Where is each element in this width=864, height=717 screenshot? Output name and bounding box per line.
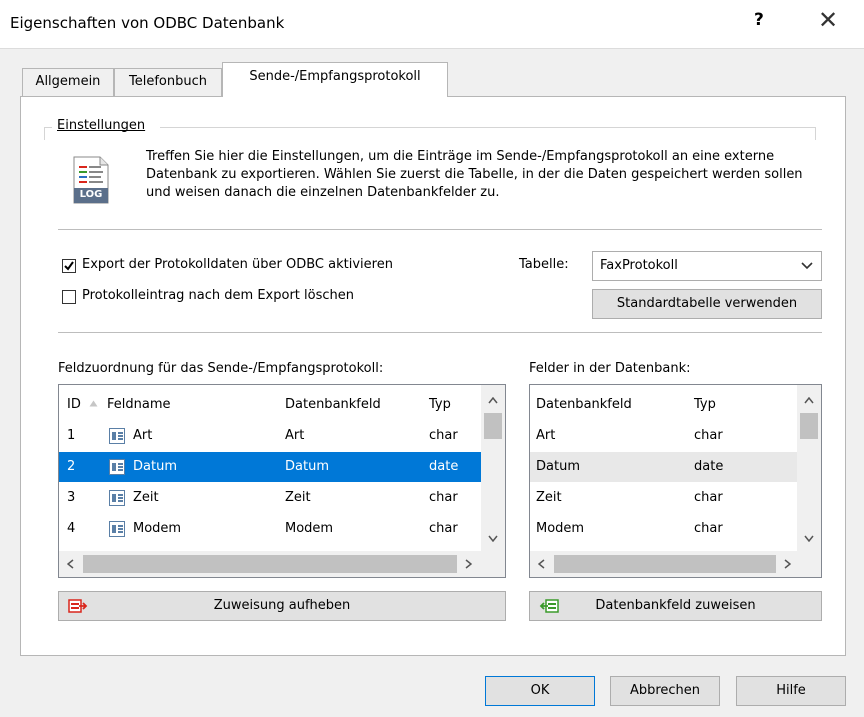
help-icon[interactable]: ? bbox=[754, 10, 764, 30]
log-file-icon: LOG bbox=[70, 156, 112, 204]
row-id: 4 bbox=[67, 521, 76, 536]
tab-sende-empfangsprotokoll[interactable]: Sende-/Empfangsprotokoll bbox=[222, 62, 448, 97]
table-select[interactable]: FaxProtokoll bbox=[592, 251, 822, 281]
table-row[interactable]: 3 Zeit Zeit char bbox=[59, 483, 481, 513]
row-id: 1 bbox=[67, 428, 76, 443]
row-feldname: Modem bbox=[133, 521, 182, 536]
cancel-button[interactable]: Abbrechen bbox=[610, 676, 720, 706]
help-button[interactable]: Hilfe bbox=[736, 676, 846, 706]
scroll-up-icon[interactable] bbox=[804, 397, 814, 404]
vertical-scroll-thumb[interactable] bbox=[484, 413, 502, 439]
row-typ: date bbox=[429, 459, 459, 474]
row-feldname: Datum bbox=[133, 459, 177, 474]
horizontal-scroll-thumb[interactable] bbox=[554, 555, 776, 573]
scroll-up-icon[interactable] bbox=[488, 397, 498, 404]
sort-ascending-icon bbox=[89, 400, 98, 407]
row-id: 3 bbox=[67, 490, 76, 505]
close-icon[interactable]: ✕ bbox=[818, 6, 838, 34]
settings-description: Treffen Sie hier die Einstellungen, um d… bbox=[146, 149, 803, 200]
assign-db-field-button-label: Datenbankfeld zuweisen bbox=[595, 598, 756, 613]
default-table-button[interactable]: Standardtabelle verwenden bbox=[592, 289, 822, 319]
vertical-scroll-thumb[interactable] bbox=[800, 413, 818, 439]
table-label: Tabelle: bbox=[519, 257, 569, 272]
table-row[interactable]: 1 Art Art char bbox=[59, 421, 481, 451]
scroll-left-icon[interactable] bbox=[67, 559, 74, 569]
column-header-datenbankfeld[interactable]: Datenbankfeld bbox=[536, 397, 632, 412]
db-field-type: char bbox=[694, 521, 723, 536]
horizontal-scrollbar[interactable] bbox=[530, 551, 821, 577]
assign-db-field-button[interactable]: Datenbankfeld zuweisen bbox=[529, 591, 822, 621]
chevron-down-icon bbox=[801, 262, 813, 270]
tab-allgemein[interactable]: Allgemein bbox=[22, 68, 114, 96]
db-field-type: char bbox=[694, 428, 723, 443]
group-label-einstellungen: Einstellungen bbox=[54, 118, 149, 133]
scroll-right-icon[interactable] bbox=[465, 559, 472, 569]
db-fields-label: Felder in der Datenbank: bbox=[529, 361, 691, 376]
scroll-left-icon[interactable] bbox=[538, 559, 545, 569]
delete-checkbox-label[interactable]: Protokolleintrag nach dem Export löschen bbox=[82, 288, 354, 303]
db-field-name: Zeit bbox=[536, 490, 562, 505]
vertical-scrollbar[interactable] bbox=[797, 385, 821, 551]
unassign-button[interactable]: Zuweisung aufheben bbox=[58, 591, 506, 621]
list-item[interactable]: Modem char bbox=[530, 514, 797, 544]
row-datenbankfeld: Art bbox=[285, 428, 305, 443]
row-datenbankfeld: Datum bbox=[285, 459, 329, 474]
list-item-highlighted[interactable]: Datum date bbox=[530, 452, 797, 482]
field-icon bbox=[109, 521, 125, 537]
row-datenbankfeld: Modem bbox=[285, 521, 334, 536]
column-header-id[interactable]: ID bbox=[67, 397, 81, 412]
table-row[interactable]: 4 Modem Modem char bbox=[59, 514, 481, 544]
field-icon bbox=[109, 459, 125, 475]
group-frame-top-left bbox=[44, 127, 52, 128]
db-field-name: Datum bbox=[536, 459, 580, 474]
tab-telefonbuch[interactable]: Telefonbuch bbox=[114, 68, 222, 96]
log-icon-label: LOG bbox=[79, 189, 103, 200]
scroll-down-icon[interactable] bbox=[804, 535, 814, 542]
column-header-typ[interactable]: Typ bbox=[694, 397, 716, 412]
row-datenbankfeld: Zeit bbox=[285, 490, 311, 505]
vertical-scrollbar[interactable] bbox=[481, 385, 505, 551]
export-checkbox[interactable] bbox=[62, 259, 76, 273]
list-item[interactable]: Zeit char bbox=[530, 483, 797, 513]
scroll-right-icon[interactable] bbox=[784, 559, 791, 569]
row-typ: char bbox=[429, 490, 458, 505]
mapping-label: Feldzuordnung für das Sende-/Empfangspro… bbox=[58, 361, 384, 376]
horizontal-scroll-thumb[interactable] bbox=[83, 555, 457, 573]
column-header-datenbankfeld[interactable]: Datenbankfeld bbox=[285, 397, 381, 412]
db-fields-list[interactable]: Datenbankfeld Typ Art char Datum date Ze… bbox=[529, 384, 822, 578]
table-row-selected[interactable]: 2 Datum Datum date bbox=[59, 452, 481, 482]
table-select-value: FaxProtokoll bbox=[600, 258, 678, 273]
horizontal-scrollbar[interactable] bbox=[59, 551, 505, 577]
field-icon bbox=[109, 490, 125, 506]
unassign-button-label: Zuweisung aufheben bbox=[213, 598, 351, 613]
group-frame-right bbox=[815, 127, 816, 140]
row-typ: char bbox=[429, 521, 458, 536]
row-feldname: Zeit bbox=[133, 490, 159, 505]
group-frame-top-right bbox=[160, 127, 816, 128]
db-field-name: Art bbox=[536, 428, 556, 443]
row-feldname: Art bbox=[133, 428, 153, 443]
column-header-typ[interactable]: Typ bbox=[429, 397, 451, 412]
mapping-list[interactable]: ID Feldname Datenbankfeld Typ 1 Art Art … bbox=[58, 384, 506, 578]
scroll-down-icon[interactable] bbox=[488, 535, 498, 542]
row-id: 2 bbox=[67, 459, 76, 474]
delete-checkbox[interactable] bbox=[62, 290, 76, 304]
field-icon bbox=[109, 428, 125, 444]
column-header-feldname[interactable]: Feldname bbox=[107, 397, 171, 412]
export-checkbox-label[interactable]: Export der Protokolldaten über ODBC akti… bbox=[82, 257, 393, 272]
list-item[interactable]: Art char bbox=[530, 421, 797, 451]
db-field-type: char bbox=[694, 490, 723, 505]
group-frame-left bbox=[44, 127, 45, 140]
window-title: Eigenschaften von ODBC Datenbank bbox=[10, 14, 285, 32]
divider-bottom bbox=[58, 332, 822, 333]
db-field-name: Modem bbox=[536, 521, 585, 536]
ok-button[interactable]: OK bbox=[485, 676, 595, 706]
row-typ: char bbox=[429, 428, 458, 443]
db-field-type: date bbox=[694, 459, 724, 474]
divider-top bbox=[58, 229, 822, 230]
